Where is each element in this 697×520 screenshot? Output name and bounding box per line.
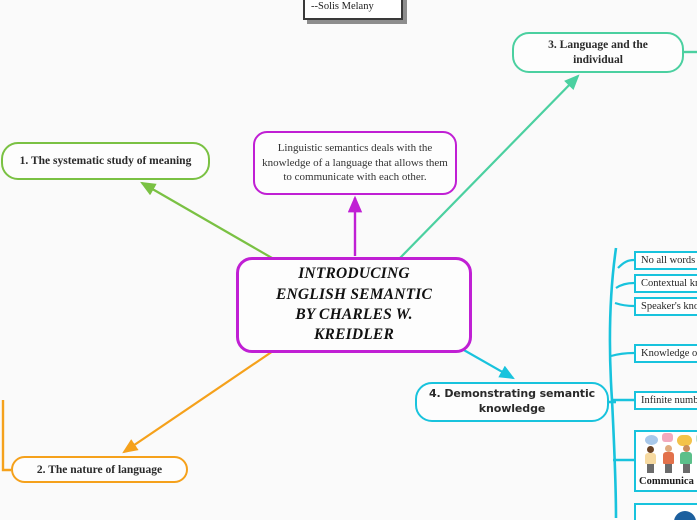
connector-subitem-d — [610, 351, 635, 358]
central-topic[interactable]: INTRODUCING ENGLISH SEMANTIC BY CHARLES … — [236, 257, 472, 353]
central-topic-label: INTRODUCING ENGLISH SEMANTIC BY CHARLES … — [276, 264, 432, 346]
people-talking-illustration — [636, 432, 697, 474]
connector-branch-2 — [122, 348, 277, 454]
connector-branch-1 — [140, 181, 273, 259]
subitem-contextual-knowledge[interactable]: Contextual kn — [634, 274, 697, 293]
authors-box: --Rueda Alexander --Sanchez Allison --Si… — [303, 0, 403, 21]
connector-subitem-trunk — [608, 247, 618, 519]
subitem-no-all-words[interactable]: No all words a — [634, 251, 697, 270]
branch-node-4[interactable]: 4. Demonstrating semantic knowledge — [415, 382, 609, 422]
branch-node-3[interactable]: 3. Language and the individual — [512, 32, 684, 73]
mindmap-canvas: --Rueda Alexander --Sanchez Allison --Si… — [0, 0, 697, 520]
list-item: --Solis Melany — [311, 0, 374, 12]
branch-node-2[interactable]: 2. The nature of language — [11, 456, 188, 483]
definition-note[interactable]: Linguistic semantics deals with the know… — [253, 131, 457, 195]
authors-list: --Rueda Alexander --Sanchez Allison --Si… — [311, 0, 396, 13]
picture-card-communication[interactable]: Communica — [634, 430, 697, 492]
connector-branch-2-spine — [1, 400, 11, 472]
picture-card-bottom[interactable] — [634, 503, 697, 520]
central-topic-line: ENGLISH SEMANTIC — [275, 285, 433, 303]
connector-subitem-c — [614, 301, 635, 308]
subitem-infinite-number[interactable]: Infinite numb — [634, 391, 697, 410]
central-topic-line: INTRODUCING — [298, 265, 410, 283]
subitem-knowledge-of[interactable]: Knowledge o: — [634, 344, 697, 363]
picture-card-caption: Communica — [639, 476, 694, 487]
central-topic-line: KREIDLER — [314, 326, 394, 344]
central-topic-line: BY CHARLES W. — [295, 306, 413, 323]
connector-subitem-a — [617, 258, 635, 269]
subitem-speakers-knowledge[interactable]: Speaker's kno — [634, 297, 697, 316]
branch-node-1[interactable]: 1. The systematic study of meaning — [1, 142, 210, 180]
globe-icon — [636, 505, 697, 520]
connector-subitem-b — [615, 281, 635, 289]
